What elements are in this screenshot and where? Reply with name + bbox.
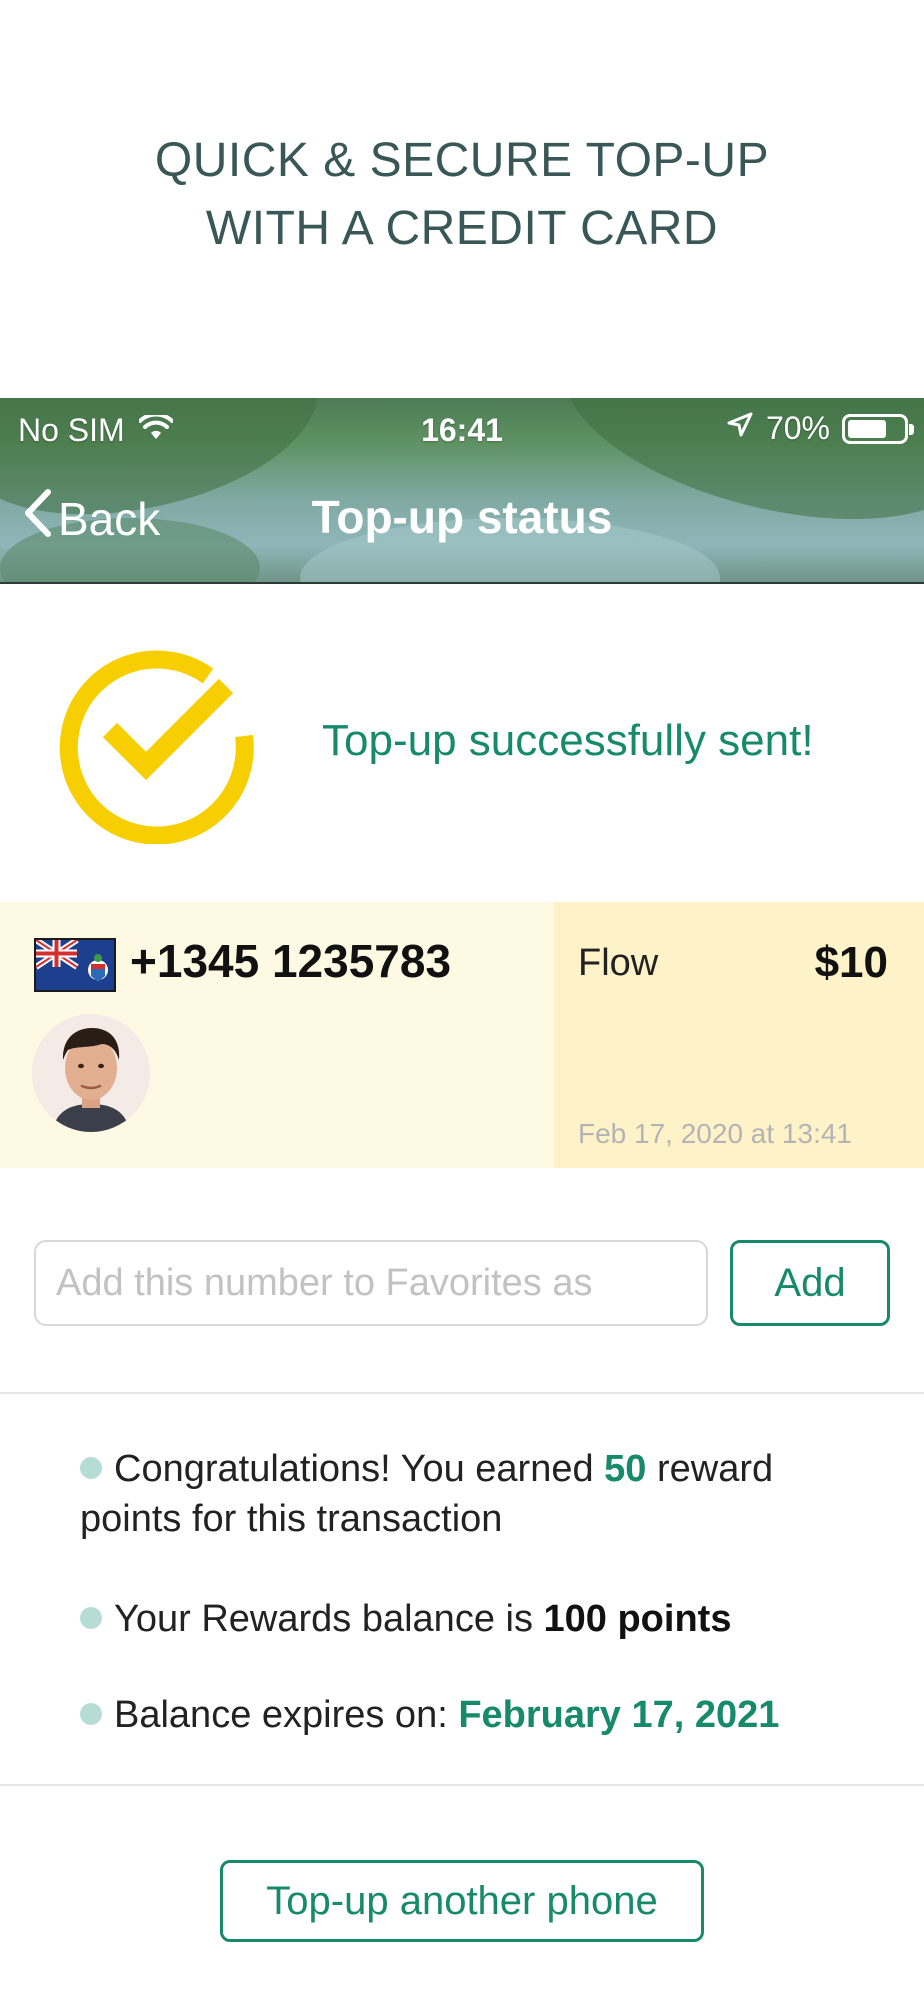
promo-title-line1: QUICK & SECURE TOP-UP <box>154 134 770 187</box>
promo-title: QUICK & SECURE TOP-UP WITH A CREDIT CARD <box>112 127 812 263</box>
success-message: Top-up successfully sent! <box>322 716 814 765</box>
recipient-phone-number: +1345 1235783 <box>130 935 452 987</box>
rewards-expiry-date: February 17, 2021 <box>458 1694 780 1736</box>
bullet-dot-icon <box>80 1607 102 1629</box>
success-section: Top-up successfully sent! <box>0 586 924 902</box>
status-bar-right: 70% <box>726 410 914 447</box>
promo-title-line2: WITH A CREDIT CARD <box>205 202 719 255</box>
favorite-name-input[interactable] <box>34 1240 708 1326</box>
rewards-expiry-text: Balance expires on: <box>114 1694 459 1736</box>
rewards-balance-value: 100 points <box>543 1598 732 1640</box>
status-bar: No SIM 16:41 70% <box>0 398 924 460</box>
bullet-dot-icon <box>80 1457 102 1479</box>
topup-details-panel: Flow $10 Feb 17, 2020 at 13:41 <box>554 902 924 1168</box>
cayman-islands-flag-icon <box>34 938 116 992</box>
battery-fill <box>848 419 886 438</box>
battery-icon <box>842 413 914 444</box>
rewards-section: Congratulations! You earned 50 reward po… <box>0 1394 924 1786</box>
app-header: No SIM 16:41 70% Back Top-up status <box>0 398 924 584</box>
operator-name: Flow <box>578 942 659 984</box>
rewards-earned-item: Congratulations! You earned 50 reward po… <box>80 1444 880 1544</box>
rewards-earned-text: Congratulations! You earned <box>114 1448 605 1490</box>
add-favorite-button[interactable]: Add <box>730 1240 890 1326</box>
rewards-earned-points: 50 <box>604 1448 647 1490</box>
topup-amount: $10 <box>814 938 888 987</box>
checkmark-circle-icon <box>58 644 258 845</box>
battery-percent: 70% <box>765 410 830 446</box>
recipient-avatar <box>32 1014 150 1132</box>
rewards-balance-item: Your Rewards balance is 100 points <box>80 1594 880 1644</box>
rewards-expiry-item: Balance expires on: February 17, 2021 <box>80 1690 880 1740</box>
recipient-panel: +1345 1235783 <box>0 902 554 1168</box>
transaction-card: +1345 1235783 Flow $10 Feb 17, 2020 at 1… <box>0 902 924 1168</box>
topup-another-phone-button[interactable]: Top-up another phone <box>220 1860 704 1942</box>
bullet-dot-icon <box>80 1703 102 1725</box>
rewards-balance-text: Your Rewards balance is <box>114 1598 544 1640</box>
favorites-row: Add <box>0 1168 924 1394</box>
promo-banner: QUICK & SECURE TOP-UP WITH A CREDIT CARD <box>0 0 924 398</box>
transaction-date: Feb 17, 2020 at 13:41 <box>578 1118 852 1149</box>
navigation-bar: Back Top-up status <box>0 460 924 570</box>
page-title: Top-up status <box>311 491 613 543</box>
location-arrow-icon <box>726 410 754 447</box>
